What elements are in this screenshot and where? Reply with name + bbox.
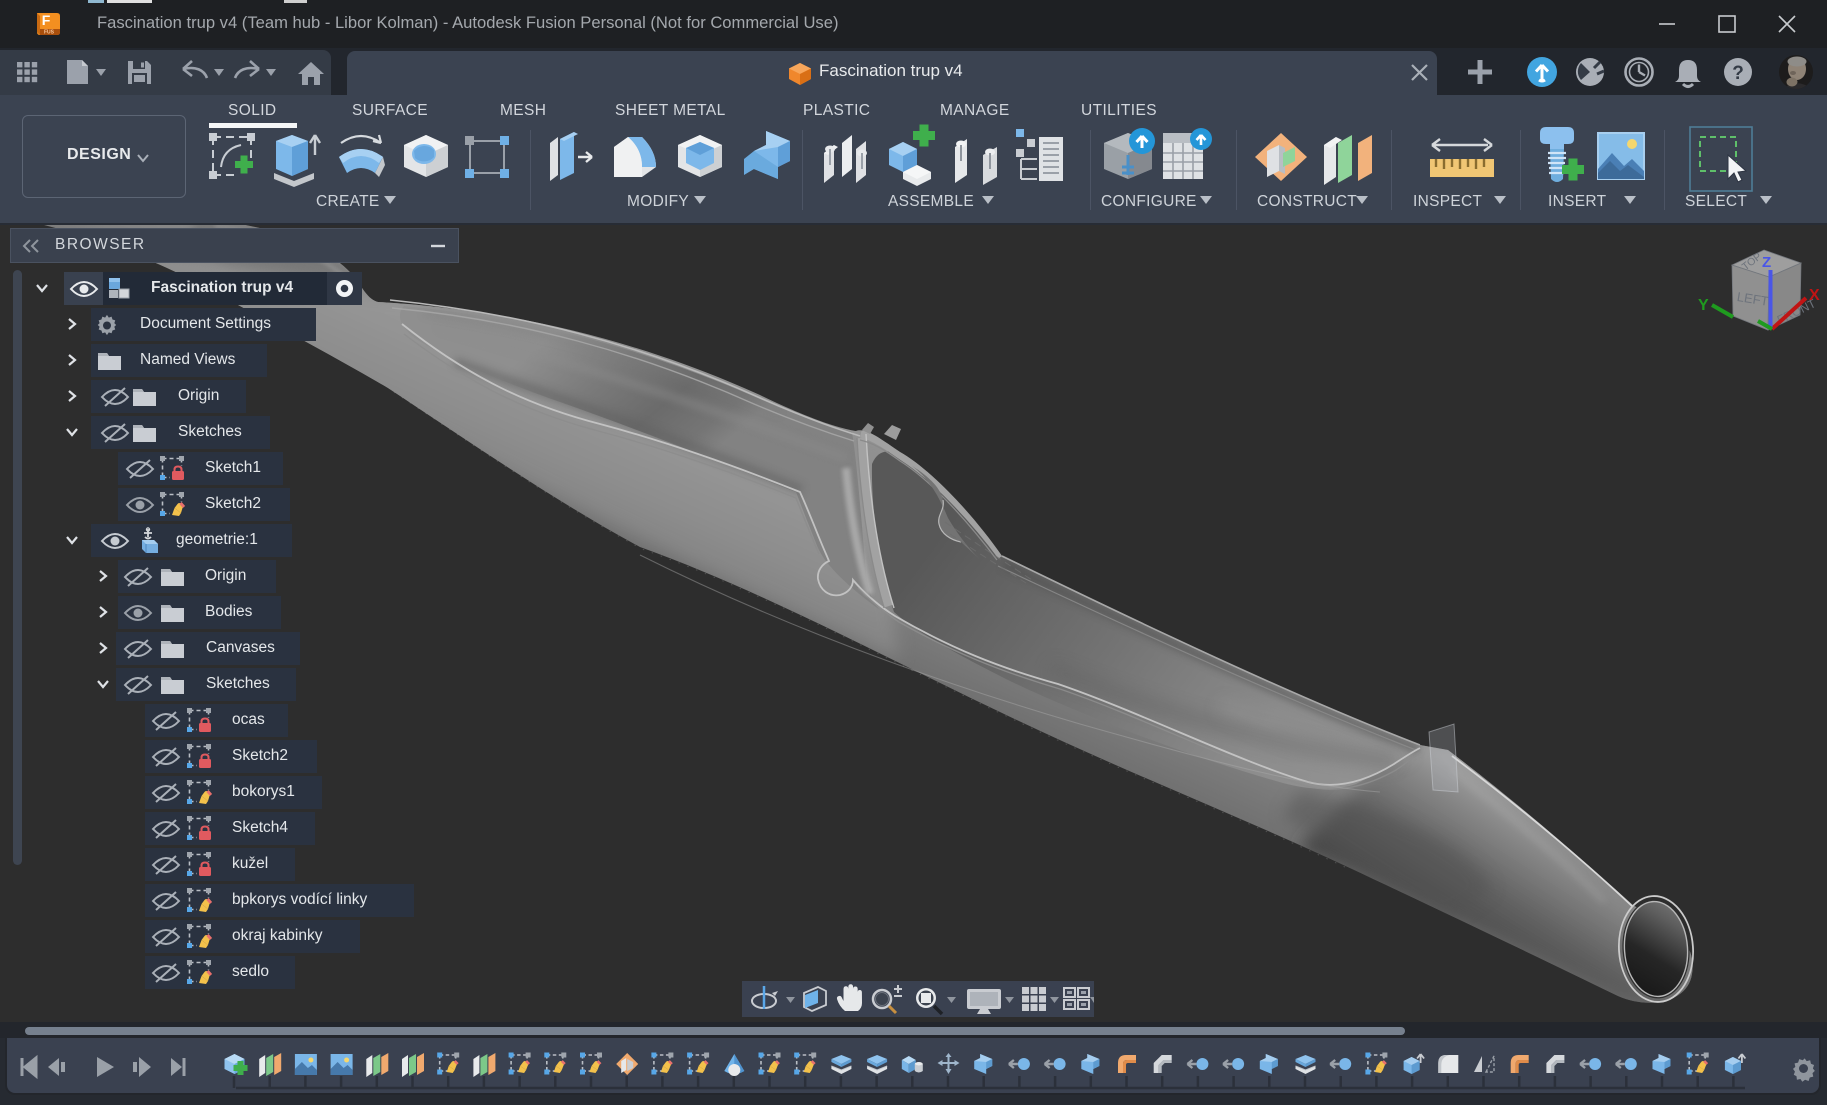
svg-text:Z: Z xyxy=(1762,254,1771,271)
svg-text:?: ? xyxy=(1732,63,1744,84)
svg-text:F: F xyxy=(42,12,51,28)
svg-text:Y: Y xyxy=(1698,297,1709,314)
svg-text:X: X xyxy=(1809,287,1820,304)
svg-text:FUS: FUS xyxy=(44,30,55,36)
